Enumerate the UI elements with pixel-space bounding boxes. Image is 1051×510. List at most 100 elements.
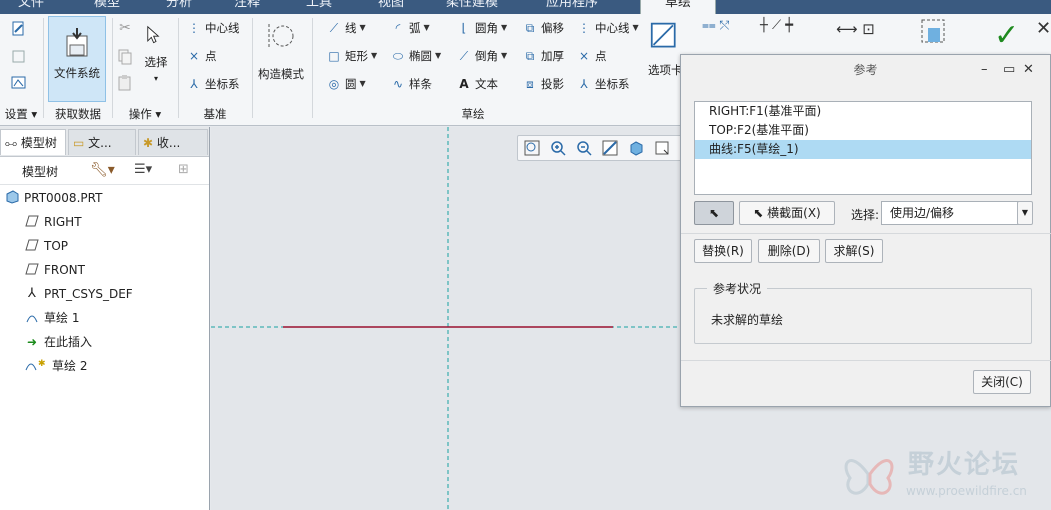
tree-item-label: TOP [44, 239, 69, 253]
reference-item[interactable]: RIGHT:F1(基准平面) [695, 102, 1031, 121]
datum-centerline-label: 中心线 [205, 21, 240, 35]
file-system-button[interactable]: 文件系统 [48, 16, 106, 102]
tab-sketch[interactable]: 草绘 [640, 0, 716, 14]
sketch-fillet-tool[interactable]: ⌊ 圆角 ▼ [456, 18, 508, 38]
sketch-offset-tool[interactable]: ⧉ 偏移 [522, 18, 564, 38]
reference-item[interactable]: TOP:F2(基准平面) [695, 121, 1031, 140]
sketch-arc-tool[interactable]: ◜ 弧 ▼ [390, 18, 430, 38]
group-separator [178, 18, 179, 118]
group-label-setup[interactable]: 设置 ▾ [0, 106, 42, 122]
group-separator [43, 18, 44, 118]
saved-views-icon[interactable] [654, 140, 670, 156]
tab-folder-browser[interactable]: ▭ 文... [68, 129, 136, 155]
tree-item-top[interactable]: TOP [24, 235, 68, 257]
maximize-icon[interactable]: ▭ [1003, 55, 1015, 85]
tree-item-right[interactable]: RIGHT [24, 211, 82, 233]
reference-item-selected[interactable]: 曲线:F5(草绘_1) [695, 140, 1031, 159]
tab-model-tree[interactable]: ⧟ 模型树 [0, 129, 66, 155]
datum-point[interactable]: × 点 [186, 46, 217, 66]
construct-mode-button[interactable]: 构造模式 [254, 20, 308, 100]
zoom-fit-icon[interactable] [524, 140, 540, 156]
paste-icon[interactable] [116, 74, 134, 92]
chevron-down-icon: ▼ [359, 23, 366, 32]
tree-item-sketch-2[interactable]: ✱ 草绘 2 [24, 355, 87, 377]
zoom-in-icon[interactable] [550, 140, 566, 156]
close-icon[interactable]: ✕ [1023, 55, 1034, 85]
tab-view[interactable]: 视图 [372, 0, 410, 14]
solve-button[interactable]: 求解(S) [825, 239, 883, 263]
close-button[interactable]: 关闭(C) [973, 370, 1031, 394]
sketch-rectangle-tool[interactable]: □ 矩形 ▼ [326, 46, 377, 66]
select-mode-dropdown-arrow[interactable]: ▼ [1017, 201, 1033, 225]
insert-arrow-icon: ➜ [26, 335, 38, 349]
dimension-icon[interactable]: ┼ ⟋ ┿ [760, 18, 820, 36]
inspect-icon[interactable] [916, 16, 950, 52]
model-tree-panel: ⧟ 模型树 ▭ 文... ✱ 收... 模型树 🔧︎▾ ☰▾ ⊞ PRT0008… [0, 127, 210, 510]
tab-annotate[interactable]: 注释 [228, 0, 266, 14]
datum-csys[interactable]: ⅄ 坐标系 [186, 74, 239, 94]
sketch-line-tool[interactable]: ⟋ 线 ▼ [326, 18, 366, 38]
sketch-project-tool[interactable]: ⧈ 投影 [522, 74, 564, 94]
tab-file[interactable]: 文件 [12, 0, 50, 14]
select-mode-value: 使用边/偏移 [890, 206, 955, 220]
select-mode-dropdown[interactable]: 使用边/偏移 [881, 201, 1021, 225]
datum-plane-icon [24, 262, 40, 278]
zoom-out-icon[interactable] [576, 140, 592, 156]
left-panel-tabs: ⧟ 模型树 ▭ 文... ✱ 收... [0, 127, 209, 157]
select-button[interactable]: 选择 ▾ [138, 20, 174, 100]
tree-item-sketch-1[interactable]: 草绘 1 [24, 307, 79, 329]
sketch-point-tool[interactable]: × 点 [576, 46, 607, 66]
constrain-icon[interactable]: ⩵ ⤲ [702, 18, 742, 36]
tab-tools[interactable]: 工具 [300, 0, 338, 14]
pick-reference-button[interactable]: ⬉ [694, 201, 734, 225]
sketch-csys-tool[interactable]: ⅄ 坐标系 [576, 74, 629, 94]
filter-icon[interactable]: ⊞ [178, 162, 189, 177]
sketch-thicken-label: 加厚 [541, 49, 564, 63]
references-list[interactable]: RIGHT:F1(基准平面) TOP:F2(基准平面) 曲线:F5(草绘_1) [694, 101, 1032, 195]
sketch-thicken-tool[interactable]: ⧉ 加厚 [522, 46, 564, 66]
edit-icon[interactable]: ⟷ ⊡ [836, 20, 896, 40]
tab-flexible-modeling[interactable]: 柔性建模 [440, 0, 504, 14]
reference-icon[interactable] [10, 48, 28, 66]
accept-check-icon[interactable]: ✓ [994, 20, 1026, 52]
tree-item-front[interactable]: FRONT [24, 259, 85, 281]
cancel-x-icon[interactable]: ✕ [1036, 18, 1051, 54]
display-style-icon[interactable] [628, 140, 644, 156]
cross-section-button[interactable]: ⬉ 横截面(X) [739, 201, 835, 225]
settings-icon[interactable]: 🔧︎▾ [90, 162, 115, 178]
sketch-ellipse-tool[interactable]: ⬭ 椭圆 ▼ [390, 46, 441, 66]
tree-item-csys[interactable]: ⅄ PRT_CSYS_DEF [24, 283, 133, 305]
centerline-icon: ⋮ [578, 21, 590, 35]
sketch-text-tool[interactable]: A 文本 [456, 74, 498, 94]
tab-favorites[interactable]: ✱ 收... [138, 129, 208, 155]
replace-button[interactable]: 替换(R) [694, 239, 752, 263]
tree-item-insert-here[interactable]: ➜ 在此插入 [24, 331, 92, 353]
reference-status-group: 参考状况 未求解的草绘 [694, 280, 1032, 344]
tree-item-label: RIGHT [44, 215, 82, 229]
delete-button[interactable]: 删除(D) [758, 239, 820, 263]
tree-item-label: 草绘 1 [44, 311, 80, 325]
sketch-circle-tool[interactable]: ◎ 圆 ▼ [326, 74, 366, 94]
part-icon [4, 190, 20, 206]
select-view-button[interactable]: 选项卡 [648, 20, 682, 100]
minimize-icon[interactable]: – [981, 55, 988, 85]
sketch-centerline-tool[interactable]: ⋮ 中心线 ▼ [576, 18, 639, 38]
reference-status-text: 未求解的草绘 [711, 313, 784, 327]
tree-item-part[interactable]: PRT0008.PRT [4, 187, 102, 209]
group-label-operations[interactable]: 操作 ▾ [113, 106, 177, 122]
sketch-spline-tool[interactable]: ∿ 样条 [390, 74, 432, 94]
construct-mode-icon [268, 24, 294, 48]
sketch-chamfer-tool[interactable]: ⟋ 倒角 ▼ [456, 46, 507, 66]
copy-icon[interactable] [116, 48, 134, 66]
repaint-icon[interactable] [602, 140, 618, 156]
sketch-setup-icon[interactable] [10, 20, 28, 38]
cut-icon[interactable]: ✂ [116, 20, 134, 38]
point-icon: × [188, 49, 200, 63]
datum-centerline[interactable]: ⋮ 中心线 [186, 18, 240, 38]
tab-model[interactable]: 模型 [88, 0, 126, 14]
tab-applications[interactable]: 应用程序 [540, 0, 604, 14]
tab-analysis[interactable]: 分析 [160, 0, 198, 14]
sketch-view-icon[interactable] [10, 74, 28, 92]
show-icon[interactable]: ☰▾ [134, 162, 152, 177]
sketch-rectangle-label: 矩形 [345, 49, 368, 63]
